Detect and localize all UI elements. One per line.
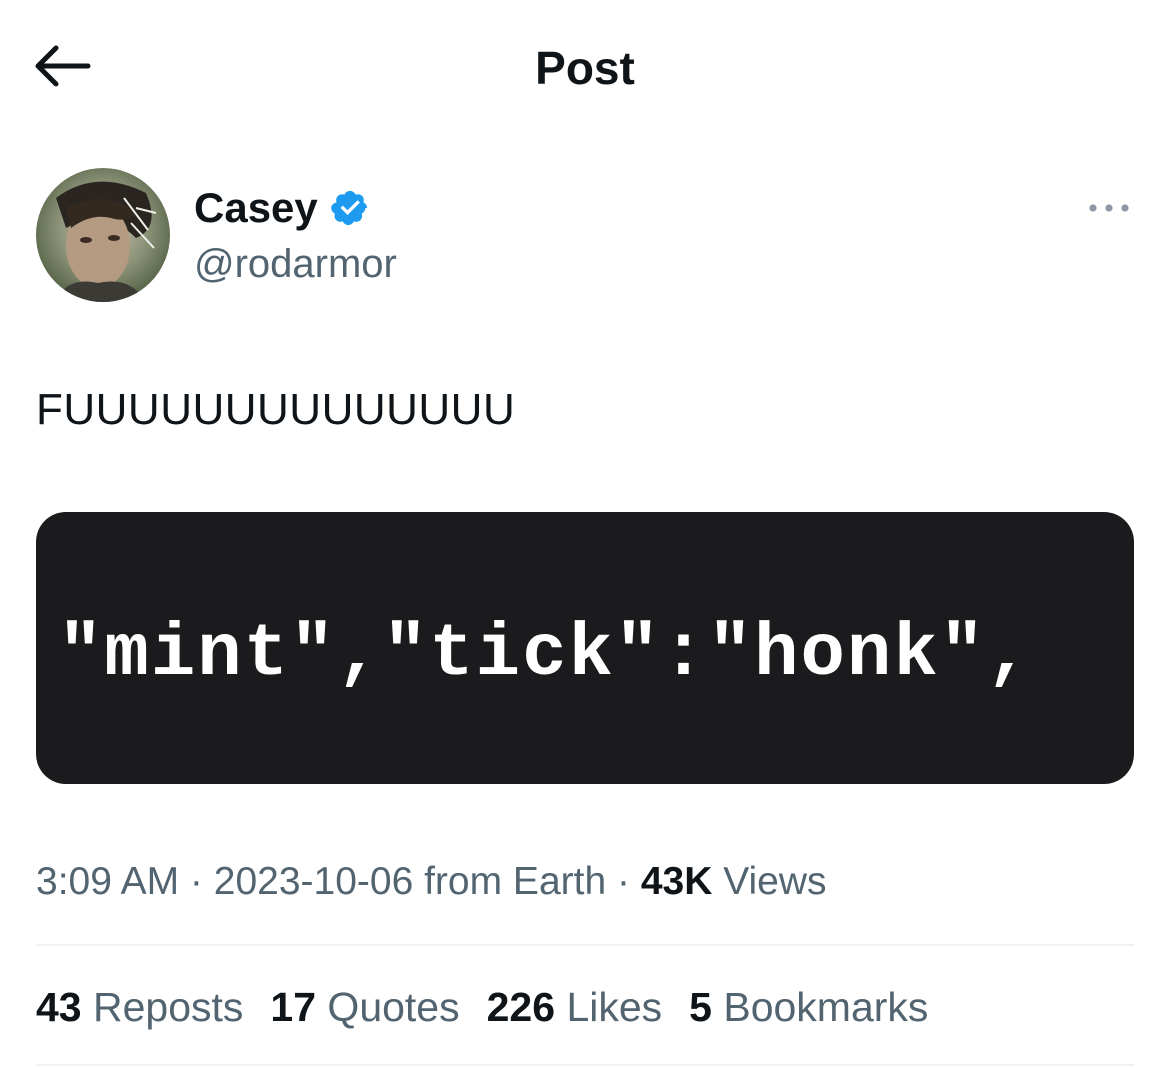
divider — [36, 1064, 1134, 1066]
tweet-text: FUUUUUUUUUUUUUU — [36, 385, 516, 434]
tweet-meta: 3:09 AM · 2023-10-06 from Earth · 43K Vi… — [36, 856, 827, 908]
tweet-date-source[interactable]: 2023-10-06 from Earth — [214, 860, 606, 903]
meta-separator: · — [179, 860, 214, 903]
views-count: 43K — [640, 860, 713, 903]
views-label: Views — [712, 860, 827, 903]
quotes-stat[interactable]: 17 Quotes — [270, 980, 459, 1034]
more-horizontal-icon — [1089, 204, 1129, 212]
likes-count: 226 — [486, 984, 556, 1030]
quotes-count: 17 — [270, 984, 317, 1030]
reposts-stat[interactable]: 43 Reposts — [36, 980, 243, 1034]
avatar-image — [36, 168, 170, 302]
reposts-label: Reposts — [81, 984, 244, 1030]
likes-stat[interactable]: 226 Likes — [487, 980, 663, 1034]
more-button[interactable] — [1083, 190, 1135, 226]
tweet-time[interactable]: 3:09 AM — [36, 860, 179, 903]
author-name-row[interactable]: Casey — [194, 182, 370, 234]
page-title: Post — [535, 42, 635, 94]
bookmarks-stat[interactable]: 5 Bookmarks — [689, 980, 928, 1034]
likes-label: Likes — [555, 984, 663, 1030]
reposts-count: 43 — [36, 984, 82, 1030]
divider — [36, 944, 1134, 946]
verified-badge-icon — [331, 190, 367, 226]
image-code-text: "mint","tick":"honk", — [58, 613, 1033, 697]
tweet-image[interactable]: "mint","tick":"honk", — [36, 512, 1134, 784]
quotes-label: Quotes — [316, 984, 460, 1030]
display-name: Casey — [194, 184, 318, 231]
bookmarks-count: 5 — [689, 984, 712, 1030]
avatar[interactable] — [36, 168, 170, 302]
author-handle[interactable]: @rodarmor — [194, 238, 397, 290]
engagement-stats: 43 Reposts 17 Quotes 226 Likes 5 Bookmar… — [36, 980, 955, 1034]
bookmarks-label: Bookmarks — [711, 984, 929, 1030]
meta-separator: · — [606, 860, 641, 903]
